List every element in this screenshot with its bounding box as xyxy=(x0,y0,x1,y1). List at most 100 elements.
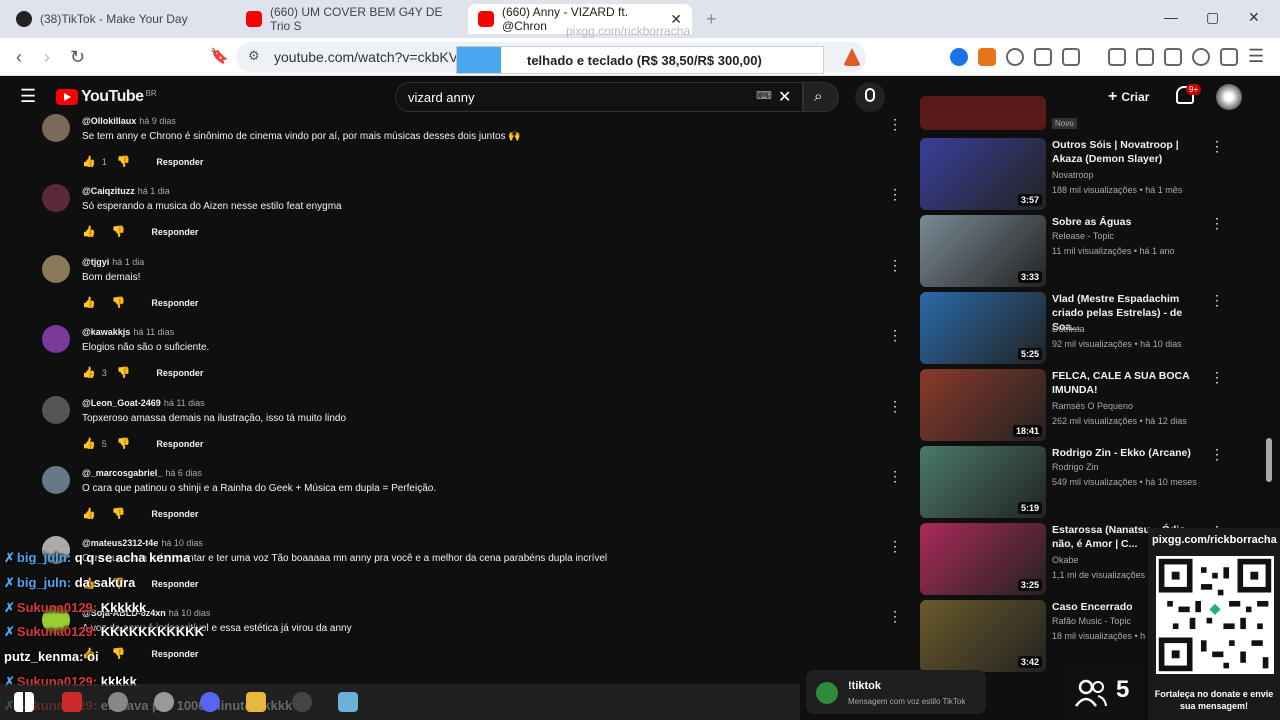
commenter-avatar[interactable] xyxy=(42,184,70,212)
reply-button[interactable]: Responder xyxy=(151,579,198,589)
taskbar-app-icon[interactable] xyxy=(154,692,174,712)
comment-menu-icon[interactable]: ⋮ xyxy=(888,538,902,555)
maximize-button[interactable]: ▢ xyxy=(1206,9,1219,26)
wallet-icon[interactable] xyxy=(1164,48,1182,66)
new-tab-button[interactable]: + xyxy=(706,9,717,30)
discord-icon[interactable] xyxy=(200,692,220,712)
comment-menu-icon[interactable]: ⋮ xyxy=(888,608,902,625)
video-channel[interactable]: Ramsés O Pequeno xyxy=(1052,401,1133,411)
video-channel[interactable]: Okabe xyxy=(1052,555,1079,565)
video-title[interactable]: Outros Sóis | Novatroop | Akaza (Demon S… xyxy=(1052,138,1204,166)
comment-author[interactable]: @_marcosgabriel_ há 6 dias xyxy=(82,468,202,478)
video-title[interactable]: Rodrigo Zin - Ekko (Arcane) xyxy=(1052,446,1204,460)
related-video-item[interactable]: 5:19 Rodrigo Zin - Ekko (Arcane) Rodrigo… xyxy=(920,446,1224,518)
video-channel[interactable]: Release - Topic xyxy=(1052,231,1114,241)
reply-button[interactable]: Responder xyxy=(156,439,203,449)
leo-icon[interactable] xyxy=(1192,48,1210,66)
power-icon[interactable] xyxy=(1006,48,1024,66)
video-title[interactable]: FELCA, CALE A SUA BOCA IMUNDA! xyxy=(1052,369,1204,397)
site-settings-icon[interactable]: ⚙ xyxy=(248,48,260,64)
video-menu-icon[interactable]: ⋮ xyxy=(1210,369,1224,386)
dislike-icon[interactable]: 👎 xyxy=(117,155,131,168)
taskbar-app-icon[interactable] xyxy=(338,692,358,712)
comment-author[interactable]: @Caiqzituzz há 1 dia xyxy=(82,186,170,196)
hamburger-menu-icon[interactable]: ☰ xyxy=(20,86,36,107)
keyboard-icon[interactable]: ⌨ xyxy=(756,89,772,102)
like-icon[interactable]: 👍 xyxy=(82,437,96,450)
dislike-icon[interactable]: 👎 xyxy=(112,507,126,520)
video-menu-icon[interactable]: ⋮ xyxy=(1210,138,1224,155)
video-title[interactable]: Sobre as Águas xyxy=(1052,215,1204,229)
reply-button[interactable]: Responder xyxy=(156,368,203,378)
back-icon[interactable]: ‹ xyxy=(16,47,22,68)
video-menu-icon[interactable]: ⋮ xyxy=(1210,215,1224,232)
music-icon[interactable] xyxy=(1108,48,1126,66)
tab-youtube-cover[interactable]: (660) UM COVER BEM G4Y DE Trio S xyxy=(236,4,458,34)
puzzle-icon[interactable] xyxy=(1034,48,1052,66)
close-window-button[interactable]: ✕ xyxy=(1248,9,1260,26)
windows-start-icon[interactable] xyxy=(14,692,34,712)
folder-icon[interactable] xyxy=(246,692,266,712)
dislike-icon[interactable]: 👎 xyxy=(117,366,131,379)
reply-button[interactable]: Responder xyxy=(151,227,198,237)
comment-menu-icon[interactable]: ⋮ xyxy=(888,327,902,344)
comment-author[interactable]: @Leon_Goat-2469 há 11 dias xyxy=(82,398,205,408)
minimize-button[interactable]: — xyxy=(1164,9,1178,25)
dislike-icon[interactable]: 👎 xyxy=(112,647,126,660)
reply-button[interactable]: Responder xyxy=(156,157,203,167)
comment-author[interactable]: @kawakkjs há 11 dias xyxy=(82,327,174,337)
related-video-item[interactable]: 3:57 Outros Sóis | Novatroop | Akaza (De… xyxy=(920,138,1224,210)
like-icon[interactable]: 👍 xyxy=(82,507,96,520)
comment-menu-icon[interactable]: ⋮ xyxy=(888,116,902,133)
comment-author[interactable]: @mateus2312-t4e há 10 dias xyxy=(82,538,203,548)
commenter-avatar[interactable] xyxy=(42,114,70,142)
reply-button[interactable]: Responder xyxy=(151,649,198,659)
commenter-avatar[interactable] xyxy=(42,466,70,494)
tab-tiktok[interactable]: (38)TikTok - Make Your Day xyxy=(6,4,228,34)
comment-menu-icon[interactable]: ⋮ xyxy=(888,398,902,415)
reply-button[interactable]: Responder xyxy=(151,298,198,308)
bookmark-icon[interactable]: 🔖 xyxy=(210,47,229,65)
dislike-icon[interactable]: 👎 xyxy=(112,225,126,238)
sidebar-icon[interactable] xyxy=(1136,48,1154,66)
comment-menu-icon[interactable]: ⋮ xyxy=(888,186,902,203)
obs-icon[interactable] xyxy=(292,692,312,712)
video-channel[interactable]: Rodrigo Zin xyxy=(1052,462,1099,472)
menu-icon[interactable]: ☰ xyxy=(1248,46,1264,67)
comment-menu-icon[interactable]: ⋮ xyxy=(888,257,902,274)
voice-search-button[interactable] xyxy=(855,82,885,112)
related-video-item[interactable]: 3:33 Sobre as Águas Release - Topic 11 m… xyxy=(920,215,1224,287)
youtube-logo[interactable]: YouTube BR xyxy=(56,88,157,106)
like-icon[interactable]: 👍 xyxy=(82,155,96,168)
related-video-item[interactable]: 5:25 Vlad (Mestre Espadachim criado pela… xyxy=(920,292,1224,364)
video-menu-icon[interactable]: ⋮ xyxy=(1210,292,1224,309)
like-icon[interactable]: 👍 xyxy=(82,366,96,379)
video-menu-icon[interactable]: ⋮ xyxy=(1210,446,1224,463)
video-channel[interactable]: Novatroop xyxy=(1052,170,1094,180)
sidebar-partial-video[interactable]: Novo xyxy=(920,96,1220,130)
extension-icon[interactable] xyxy=(978,48,996,66)
taskbar-app-icon[interactable] xyxy=(108,692,128,712)
page-scrollbar[interactable] xyxy=(1266,438,1272,482)
dislike-icon[interactable]: 👎 xyxy=(112,296,126,309)
shield-icon[interactable] xyxy=(1220,48,1238,66)
commenter-avatar[interactable] xyxy=(42,325,70,353)
dislike-icon[interactable]: 👎 xyxy=(117,437,131,450)
forward-icon[interactable]: › xyxy=(44,47,50,68)
search-input[interactable]: vizard anny ⌨ ✕ xyxy=(395,82,803,112)
search-button[interactable]: ⌕ xyxy=(803,82,839,112)
clear-search-icon[interactable]: ✕ xyxy=(778,87,791,107)
reply-button[interactable]: Responder xyxy=(151,509,198,519)
like-icon[interactable]: 👍 xyxy=(82,225,96,238)
comment-author[interactable]: @Ollokillaux há 9 dias xyxy=(82,116,176,126)
video-channel[interactable]: Duelista xyxy=(1052,324,1085,334)
comment-author[interactable]: @tjgyi há 1 dia xyxy=(82,257,144,267)
reload-icon[interactable]: ↻ xyxy=(70,47,85,68)
like-icon[interactable]: 👍 xyxy=(82,296,96,309)
taskbar-app-icon[interactable] xyxy=(62,692,82,712)
extension-icon[interactable] xyxy=(950,48,968,66)
commenter-avatar[interactable] xyxy=(42,255,70,283)
video-channel[interactable]: Rafão Music - Topic xyxy=(1052,616,1131,626)
commenter-avatar[interactable] xyxy=(42,396,70,424)
comment-menu-icon[interactable]: ⋮ xyxy=(888,468,902,485)
